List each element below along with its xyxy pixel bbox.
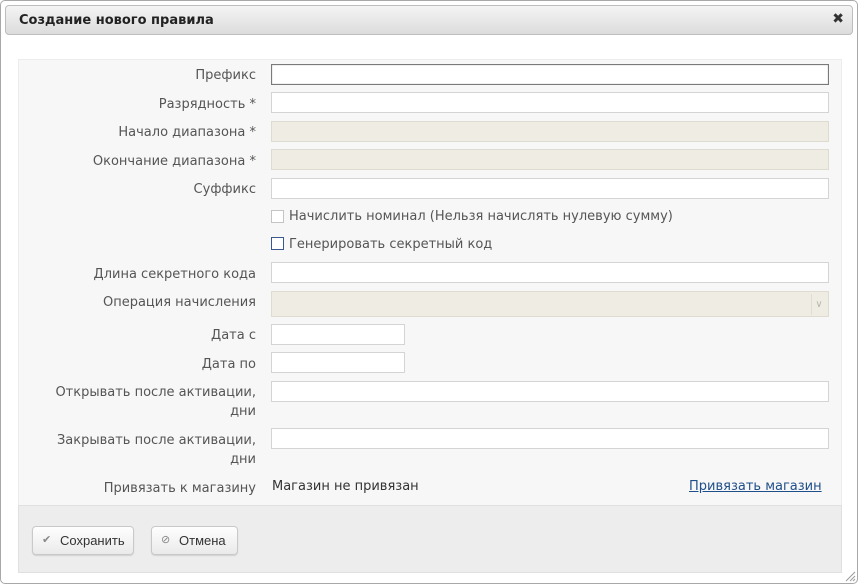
- accrue-nominal-checkbox[interactable]: [271, 210, 284, 223]
- open-after-input[interactable]: [271, 381, 829, 402]
- range-start-input: [271, 121, 829, 142]
- checkmark-icon: ✔: [42, 534, 52, 546]
- prefix-label: Префикс: [195, 68, 256, 83]
- accrue-nominal-label: Начислить номинал (Нельзя начислять нуле…: [289, 209, 673, 224]
- accrual-operation-label: Операция начисления: [102, 295, 256, 310]
- chevron-down-icon: ∨: [811, 294, 826, 315]
- save-button-label: Сохранить: [60, 533, 125, 548]
- secret-length-input[interactable]: [271, 262, 829, 283]
- prefix-input[interactable]: [271, 64, 829, 85]
- date-from-input[interactable]: [271, 324, 405, 345]
- close-after-label-line2: дни: [230, 452, 256, 467]
- date-to-input[interactable]: [271, 352, 405, 373]
- close-after-label: Закрывать после активации, дни: [57, 431, 256, 469]
- save-button[interactable]: ✔ Сохранить: [32, 526, 134, 555]
- cancel-icon: ⊘: [161, 534, 171, 546]
- generate-secret-label: Генерировать секретный код: [289, 237, 493, 252]
- resize-handle-icon[interactable]: [844, 570, 856, 582]
- accrual-operation-select: ∨: [271, 291, 829, 317]
- date-from-label: Дата с: [211, 328, 256, 343]
- open-after-label-line2: дни: [230, 404, 256, 419]
- cancel-button-label: Отмена: [179, 533, 226, 548]
- dialog-titlebar[interactable]: Создание нового правила ✖: [5, 5, 853, 35]
- range-start-label: Начало диапазона *: [118, 125, 256, 140]
- close-after-label-line1: Закрывать после активации,: [56, 433, 256, 448]
- bind-store-link[interactable]: Привязать магазин: [689, 479, 822, 494]
- digits-label: Разрядность *: [158, 97, 256, 112]
- range-end-label: Окончание диапазона *: [92, 154, 256, 169]
- suffix-input[interactable]: [271, 178, 829, 199]
- close-icon[interactable]: ✖: [832, 11, 844, 27]
- cancel-button[interactable]: ⊘ Отмена: [151, 526, 238, 555]
- open-after-label: Открывать после активации, дни: [55, 383, 256, 421]
- store-label: Привязать к магазину: [103, 481, 256, 496]
- dialog-footer: [18, 505, 842, 573]
- date-to-label: Дата по: [201, 357, 256, 372]
- suffix-label: Суффикс: [193, 182, 256, 197]
- close-after-input[interactable]: [271, 428, 829, 449]
- range-end-input: [271, 149, 829, 170]
- store-value: Магазин не привязан: [272, 479, 419, 494]
- dialog-title: Создание нового правила: [19, 13, 214, 28]
- open-after-label-line1: Открывать после активации,: [55, 385, 256, 400]
- secret-length-label: Длина секретного кода: [93, 267, 256, 282]
- rule-dialog: Создание нового правила ✖ Префикс Разряд…: [0, 0, 858, 584]
- digits-input[interactable]: [271, 92, 829, 113]
- generate-secret-checkbox[interactable]: [271, 237, 284, 250]
